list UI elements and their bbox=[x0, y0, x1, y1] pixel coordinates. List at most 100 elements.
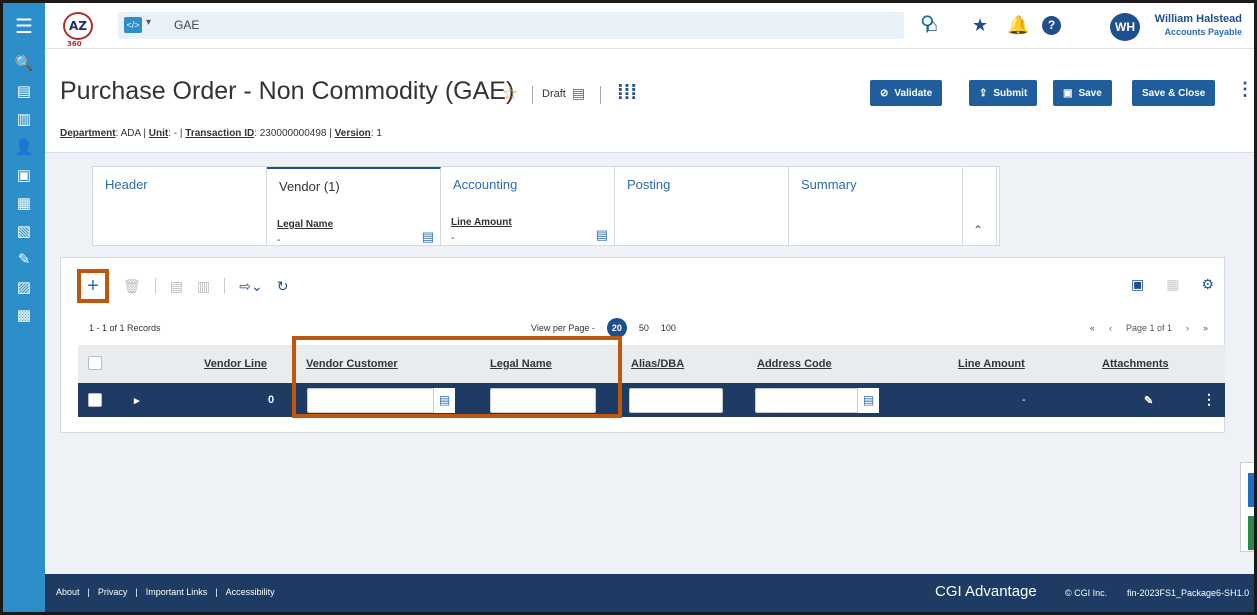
check-icon: ⊘ bbox=[880, 87, 889, 99]
ledger-icon[interactable]: ▤ bbox=[3, 77, 45, 105]
export-icon[interactable]: ⇨⌄ bbox=[239, 278, 262, 295]
report-icon[interactable]: ▩ bbox=[3, 301, 45, 329]
expand-row-icon[interactable]: ▸ bbox=[134, 394, 140, 407]
save-label: Save bbox=[1078, 87, 1102, 99]
alias-dba-input[interactable] bbox=[629, 388, 723, 413]
footer-link-privacy[interactable]: Privacy bbox=[98, 587, 128, 597]
validate-button[interactable]: ⊘ Validate bbox=[870, 80, 943, 106]
table-header: Vendor Line Vendor Customer Legal Name A… bbox=[78, 345, 1225, 383]
tab-label: Summary bbox=[801, 177, 857, 192]
tab-header[interactable]: Header bbox=[93, 167, 267, 245]
home-icon[interactable]: ⌂ bbox=[927, 15, 938, 36]
row-more-options-icon[interactable]: ⋮ bbox=[1202, 391, 1216, 408]
notes-icon[interactable]: ▤ bbox=[596, 227, 608, 243]
next-page-icon[interactable]: › bbox=[1186, 323, 1189, 333]
record-count: 1 - 1 of 1 Records bbox=[89, 323, 161, 333]
menu-icon[interactable]: ☰ bbox=[3, 3, 45, 49]
notes-icon[interactable]: ▤ bbox=[572, 85, 585, 102]
page-header: Purchase Order - Non Commodity (GAE) ☆ D… bbox=[45, 49, 1254, 153]
user-info[interactable]: William Halstead Accounts Payable bbox=[1155, 13, 1242, 37]
tab-posting[interactable]: Posting bbox=[615, 167, 789, 245]
search-doc-icon[interactable]: 🔍 bbox=[3, 49, 45, 77]
side-widget-tab[interactable] bbox=[1248, 516, 1254, 550]
table-row[interactable]: ▸ 0 ▤ ▤ - ✎ ⋮ bbox=[78, 383, 1225, 417]
side-widget-tab[interactable] bbox=[1248, 473, 1254, 507]
user-name: William Halstead bbox=[1154, 13, 1242, 25]
submit-button[interactable]: ⇪ Submit bbox=[969, 80, 1038, 106]
divider bbox=[600, 86, 601, 104]
divider bbox=[532, 86, 533, 104]
tab-accounting[interactable]: Accounting Line Amount - ▤ bbox=[441, 167, 615, 245]
page-size-option[interactable]: 100 bbox=[661, 323, 676, 333]
collapse-tabs-button[interactable]: ⌃ bbox=[963, 167, 997, 245]
code-icon[interactable]: </> bbox=[124, 17, 142, 33]
first-page-icon[interactable]: « bbox=[1090, 323, 1095, 333]
attachment-paperclip-icon[interactable]: ✎ bbox=[1144, 394, 1153, 407]
bell-icon[interactable]: 🔔 bbox=[1007, 15, 1029, 36]
refresh-icon[interactable]: ↻ bbox=[277, 278, 289, 295]
paste-icon[interactable]: ▥ bbox=[197, 278, 210, 295]
column-header[interactable]: Alias/DBA bbox=[631, 358, 684, 370]
footer-copyright: © CGI Inc. bbox=[1065, 588, 1108, 598]
column-header[interactable]: Vendor Line bbox=[204, 358, 267, 370]
vendor-line-value: 0 bbox=[268, 394, 275, 406]
tab-bar: Header Vendor (1) Legal Name - ▤ Account… bbox=[92, 166, 1000, 246]
delete-icon[interactable]: 🗑 bbox=[123, 278, 141, 295]
meta-label: Unit bbox=[148, 128, 169, 139]
more-options-icon[interactable]: ⋮ bbox=[1236, 79, 1254, 100]
pagination: « ‹ Page 1 of 1 › » bbox=[1090, 323, 1208, 333]
divider: | bbox=[87, 587, 90, 597]
prev-page-icon[interactable]: ‹ bbox=[1109, 323, 1112, 333]
archive-icon[interactable]: ▨ bbox=[3, 273, 45, 301]
table-view-icon[interactable]: ▦ bbox=[1166, 276, 1179, 293]
document-icon[interactable]: ▦ bbox=[3, 189, 45, 217]
tab-vendor[interactable]: Vendor (1) Legal Name - ▤ bbox=[267, 167, 441, 246]
favorite-star-icon[interactable]: ☆ bbox=[502, 83, 518, 104]
page-size-option[interactable]: 20 bbox=[606, 318, 627, 338]
card-view-icon[interactable]: ▣ bbox=[1131, 276, 1144, 293]
footer-link-about[interactable]: About bbox=[56, 587, 80, 597]
column-header[interactable]: Attachments bbox=[1102, 358, 1169, 370]
meta-label: Version bbox=[334, 128, 371, 139]
tab-summary[interactable]: Summary bbox=[789, 167, 963, 245]
settings-gear-icon[interactable]: ⚙ bbox=[1201, 276, 1214, 293]
tab-label: Header bbox=[105, 177, 148, 192]
line-amount-value: - bbox=[1022, 394, 1026, 406]
save-button[interactable]: ▣ Save bbox=[1053, 80, 1112, 106]
column-header[interactable]: Address Code bbox=[757, 358, 832, 370]
help-icon[interactable]: ? bbox=[1042, 16, 1061, 35]
meta-value: ADA bbox=[120, 128, 141, 139]
page-size-option[interactable]: 50 bbox=[639, 323, 649, 333]
az360-logo[interactable]: AZ 360 bbox=[63, 12, 93, 48]
highlight-box bbox=[292, 336, 622, 418]
select-all-checkbox[interactable] bbox=[88, 356, 102, 370]
meta-label: Transaction ID bbox=[185, 128, 255, 139]
context-search-bar[interactable]: </> ▾ GAE bbox=[118, 12, 904, 39]
footer-brand: CGI Advantage bbox=[935, 583, 1037, 600]
edit-doc-icon[interactable]: ✎ bbox=[3, 245, 45, 273]
left-nav: ☰ 🔍 ▤ ▥ 👤 ▣ ▦ ▧ ✎ ▨ ▩ bbox=[3, 3, 45, 612]
page-size-selector: View per Page - 20 50 100 bbox=[531, 318, 676, 338]
apps-grid-icon[interactable]: ⁞⁞⁞ bbox=[617, 82, 637, 105]
save-close-button[interactable]: Save & Close bbox=[1132, 80, 1216, 106]
copy-icon[interactable]: ▤ bbox=[170, 278, 183, 295]
lookup-icon[interactable]: ▤ bbox=[857, 388, 879, 413]
favorites-star-icon[interactable]: ★ bbox=[972, 15, 988, 36]
contract-icon[interactable]: ▧ bbox=[3, 217, 45, 245]
grid-view-tools: ▣ ▦ ⚙ bbox=[1131, 276, 1214, 293]
book-icon[interactable]: ▥ bbox=[3, 105, 45, 133]
avatar[interactable]: WH bbox=[1110, 13, 1140, 41]
add-row-button[interactable]: + bbox=[77, 269, 109, 303]
payment-icon[interactable]: ▣ bbox=[3, 161, 45, 189]
chevron-down-icon[interactable]: ▾ bbox=[146, 17, 151, 28]
chevron-up-icon: ⌃ bbox=[973, 223, 984, 237]
tab-subvalue: - bbox=[277, 235, 281, 246]
footer-link-accessibility[interactable]: Accessibility bbox=[226, 587, 275, 597]
grid-toolbar: + 🗑 ▤ ▥ ⇨⌄ ↻ bbox=[77, 268, 288, 304]
row-checkbox[interactable] bbox=[88, 393, 102, 407]
footer-link-important[interactable]: Important Links bbox=[146, 587, 208, 597]
vendor-icon[interactable]: 👤 bbox=[3, 133, 45, 161]
notes-icon[interactable]: ▤ bbox=[422, 229, 434, 245]
last-page-icon[interactable]: » bbox=[1203, 323, 1208, 333]
column-header[interactable]: Line Amount bbox=[958, 358, 1025, 370]
